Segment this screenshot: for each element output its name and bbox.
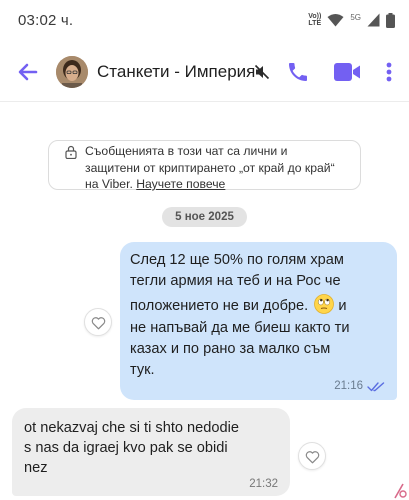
status-time: 03:02 ч. [18, 12, 74, 29]
like-button[interactable] [298, 442, 326, 470]
message-text: След 12 ще 50% по голям храм тегли армия… [130, 250, 392, 381]
heart-outline-icon [91, 317, 106, 330]
phone-icon[interactable] [286, 60, 310, 84]
volte-line1: Vo)) [308, 13, 322, 20]
chat-header: Станкети - Империя [0, 44, 409, 98]
video-icon[interactable] [333, 60, 361, 84]
incoming-message-bubble[interactable]: ot nekazvaj che si ti shto nedodie s nas… [12, 408, 290, 496]
status-icons: Vo)) LTE 5G [308, 12, 395, 28]
message-time: 21:32 [249, 478, 278, 490]
chat-title[interactable]: Станкети - Империя [97, 62, 255, 82]
learn-more-link[interactable]: Научете повече [136, 177, 225, 191]
heart-outline-icon [305, 451, 320, 464]
message-text: ot nekazvaj che si ti shto nedodie s nas… [24, 418, 284, 478]
wifi-icon [327, 14, 344, 27]
network-type-label: 5G [350, 12, 361, 22]
volte-line2: LTE [308, 20, 322, 27]
outgoing-message-bubble[interactable]: След 12 ще 50% по голям храм тегли армия… [120, 242, 397, 400]
encryption-line-1: Съобщенията в този чат са лични и [85, 144, 288, 158]
avatar-photo [56, 56, 88, 88]
message-line: казах и по рано за малко съм [130, 341, 331, 357]
partial-icon [394, 483, 407, 499]
message-line: положението не ви добре. [130, 298, 309, 314]
lock-icon [65, 145, 77, 159]
message-meta: 21:16 [334, 380, 385, 392]
encryption-line-3: на Viber. Научете повече [85, 176, 357, 193]
message-line: не напъвай да ме биеш както ти [130, 320, 350, 336]
message-line: След 12 ще 50% по голям храм [130, 252, 344, 268]
signal-icon [367, 13, 380, 27]
volte-indicator: Vo)) LTE [308, 13, 321, 27]
encryption-text: Съобщенията в този чат са лични и защите… [85, 143, 357, 193]
back-arrow-icon[interactable] [14, 58, 42, 86]
message-line: ot nekazvaj che si ti shto nedodie [24, 420, 239, 436]
encryption-line-3-text: на Viber. [85, 177, 137, 191]
seen-ticks-icon [367, 381, 385, 391]
more-vertical-icon[interactable] [382, 58, 396, 86]
message-line: nez [24, 460, 48, 476]
date-separator: 5 ное 2025 [162, 207, 247, 227]
encryption-line-2: защитени от криптирането „от край до кра… [85, 160, 335, 175]
encryption-notice: Съобщенията в този чат са лични и защите… [48, 140, 361, 193]
header-divider [0, 101, 409, 102]
like-button[interactable] [84, 308, 112, 336]
message-line: и [338, 298, 347, 314]
rolling-eyes-emoji-icon [314, 294, 335, 314]
avatar[interactable] [56, 56, 88, 88]
battery-icon [386, 12, 395, 28]
message-line: s nas da igraej kvo pak se obidi [24, 440, 228, 456]
status-bar: 03:02 ч. Vo)) LTE 5G [0, 0, 409, 40]
message-time: 21:16 [334, 380, 363, 392]
message-line: тегли армия на теб и на Рос че [130, 273, 341, 289]
muted-icon [254, 64, 270, 80]
message-line: тук. [130, 362, 155, 378]
